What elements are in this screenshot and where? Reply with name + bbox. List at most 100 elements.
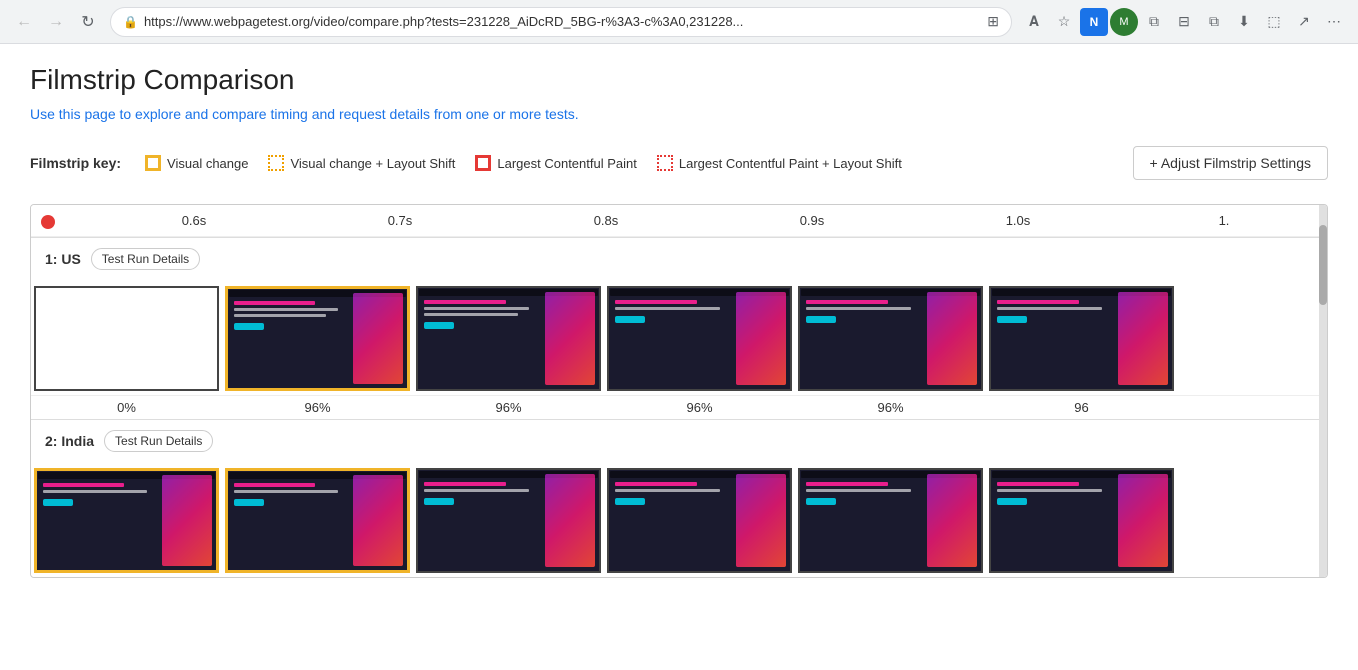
thumb-right-i6 bbox=[1118, 474, 1168, 567]
test-header-india: 2: India Test Run Details bbox=[31, 420, 1327, 462]
extensions-icon[interactable]: ⧉ bbox=[1140, 8, 1168, 36]
thumb-content-i2 bbox=[232, 475, 403, 566]
thumb-left bbox=[232, 293, 351, 384]
timeline-header: 0.6s 0.7s 0.8s 0.9s 1.0s 1. bbox=[31, 205, 1327, 237]
filmstrip-thumb-india-3[interactable] bbox=[416, 468, 601, 573]
lcp-box bbox=[475, 155, 491, 171]
share-icon[interactable]: ↗ bbox=[1290, 8, 1318, 36]
toolbar-icons: 𝐀 ☆ N M ⧉ ⊟ ⧉ ⬇ ⬚ ↗ ⋯ bbox=[1020, 8, 1348, 36]
test-run-details-us[interactable]: Test Run Details bbox=[91, 248, 200, 270]
key-label-lcp: Largest Contentful Paint bbox=[497, 156, 636, 171]
filmstrip-thumb-us-3[interactable] bbox=[416, 286, 601, 391]
thumb-title-i2 bbox=[234, 483, 315, 487]
filmstrip-thumb-india-6[interactable] bbox=[989, 468, 1174, 573]
thumb-inner-india-1 bbox=[37, 471, 216, 570]
thumb-cta bbox=[234, 323, 264, 330]
filmstrip-thumb-us-4[interactable] bbox=[607, 286, 792, 391]
thumb-title bbox=[234, 301, 315, 305]
tick-0-6s: 0.6s bbox=[91, 213, 297, 228]
filmstrip-thumb-india-1[interactable] bbox=[34, 468, 219, 573]
thumb-title-4 bbox=[615, 300, 697, 304]
scrollbar[interactable] bbox=[1319, 205, 1327, 577]
test-header-us: 1: US Test Run Details bbox=[31, 238, 1327, 280]
bookmark-icon[interactable]: ☆ bbox=[1050, 8, 1078, 36]
read-aloud-icon[interactable]: 𝐀 bbox=[1020, 8, 1048, 36]
filmstrip-thumb-us-5[interactable] bbox=[798, 286, 983, 391]
thumb-cta-i3 bbox=[424, 498, 454, 505]
filmstrip-row-india bbox=[31, 462, 1327, 577]
thumb-left-i3 bbox=[422, 474, 543, 567]
percent-us-3: 96% bbox=[413, 400, 604, 415]
thumb-img bbox=[353, 293, 403, 384]
visual-change-box bbox=[145, 155, 161, 171]
filmstrip-thumb-us-1[interactable] bbox=[34, 286, 219, 391]
thumb-left-i1 bbox=[41, 475, 160, 566]
thumb-right-3 bbox=[545, 292, 595, 385]
thumb-left-i4 bbox=[613, 474, 734, 567]
thumb-title-i4 bbox=[615, 482, 697, 486]
extension-n-icon[interactable]: N bbox=[1080, 8, 1108, 36]
thumb-right-4 bbox=[736, 292, 786, 385]
thumb-cta-5 bbox=[806, 316, 836, 323]
thumb-inner-us-5 bbox=[800, 288, 981, 389]
thumb-content-i6 bbox=[995, 474, 1168, 567]
thumb-content-i3 bbox=[422, 474, 595, 567]
filmstrip-thumb-us-2[interactable] bbox=[225, 286, 410, 391]
key-label-lcp-layout-shift: Largest Contentful Paint + Layout Shift bbox=[679, 156, 902, 171]
grid-icon: ⊞ bbox=[987, 13, 999, 30]
extension-m-icon[interactable]: M bbox=[1110, 8, 1138, 36]
thumb-right-i4 bbox=[736, 474, 786, 567]
filmstrip-thumb-india-2[interactable] bbox=[225, 468, 410, 573]
filmstrip-container: 0.6s 0.7s 0.8s 0.9s 1.0s 1. 1: US Test R… bbox=[30, 204, 1328, 578]
refresh-button[interactable]: ↻ bbox=[74, 8, 102, 36]
key-label-layout-shift: Visual change + Layout Shift bbox=[290, 156, 455, 171]
page-title: Filmstrip Comparison bbox=[30, 64, 1328, 96]
download-icon[interactable]: ⬇ bbox=[1230, 8, 1258, 36]
thumb-cta-i2 bbox=[234, 499, 264, 506]
thumb-title-3 bbox=[424, 300, 506, 304]
forward-button[interactable]: → bbox=[42, 8, 70, 36]
more-menu-icon[interactable]: ⋯ bbox=[1320, 8, 1348, 36]
thumb-img-3 bbox=[545, 292, 595, 385]
thumb-title-6 bbox=[997, 300, 1079, 304]
adjust-filmstrip-button[interactable]: + Adjust Filmstrip Settings bbox=[1133, 146, 1328, 180]
thumb-line1-5 bbox=[806, 307, 911, 310]
percent-us-2: 96% bbox=[222, 400, 413, 415]
thumb-content-3 bbox=[422, 292, 595, 385]
duplicate-tab-icon[interactable]: ⧉ bbox=[1200, 8, 1228, 36]
percent-us-5: 96% bbox=[795, 400, 986, 415]
layout-shift-box bbox=[268, 155, 284, 171]
thumb-left-i6 bbox=[995, 474, 1116, 567]
address-bar[interactable]: 🔒 https://www.webpagetest.org/video/comp… bbox=[110, 7, 1012, 37]
back-button[interactable]: ← bbox=[10, 8, 38, 36]
thumb-title-i1 bbox=[43, 483, 124, 487]
thumb-inner-us-4 bbox=[609, 288, 790, 389]
thumb-left-i2 bbox=[232, 475, 351, 566]
filmstrip-thumb-india-4[interactable] bbox=[607, 468, 792, 573]
thumb-cta-3 bbox=[424, 322, 454, 329]
url-text: https://www.webpagetest.org/video/compar… bbox=[144, 14, 981, 29]
filmstrip-thumb-india-5[interactable] bbox=[798, 468, 983, 573]
thumb-right-5 bbox=[927, 292, 977, 385]
filmstrip-thumb-us-6[interactable] bbox=[989, 286, 1174, 391]
thumb-cta-i5 bbox=[806, 498, 836, 505]
thumb-left-6 bbox=[995, 292, 1116, 385]
scroll-thumb[interactable] bbox=[1319, 225, 1327, 305]
thumb-inner-us-2 bbox=[228, 289, 407, 388]
test-run-details-india[interactable]: Test Run Details bbox=[104, 430, 213, 452]
key-box-visual-change bbox=[145, 155, 161, 171]
key-box-lcp-layout-shift bbox=[657, 155, 673, 171]
split-view-icon[interactable]: ⊟ bbox=[1170, 8, 1198, 36]
thumb-inner-us-6 bbox=[991, 288, 1172, 389]
filmstrip-key-label: Filmstrip key: bbox=[30, 155, 121, 171]
key-item-layout-shift: Visual change + Layout Shift bbox=[268, 155, 455, 171]
tick-0-9s: 0.9s bbox=[709, 213, 915, 228]
thumb-line1-i6 bbox=[997, 489, 1102, 492]
screenshot-icon[interactable]: ⬚ bbox=[1260, 8, 1288, 36]
thumb-title-5 bbox=[806, 300, 888, 304]
thumb-right-i1 bbox=[162, 475, 212, 566]
thumb-img-6 bbox=[1118, 292, 1168, 385]
thumb-inner-india-4 bbox=[609, 470, 790, 571]
thumb-line1-i5 bbox=[806, 489, 911, 492]
lcp-layout-shift-box bbox=[657, 155, 673, 171]
